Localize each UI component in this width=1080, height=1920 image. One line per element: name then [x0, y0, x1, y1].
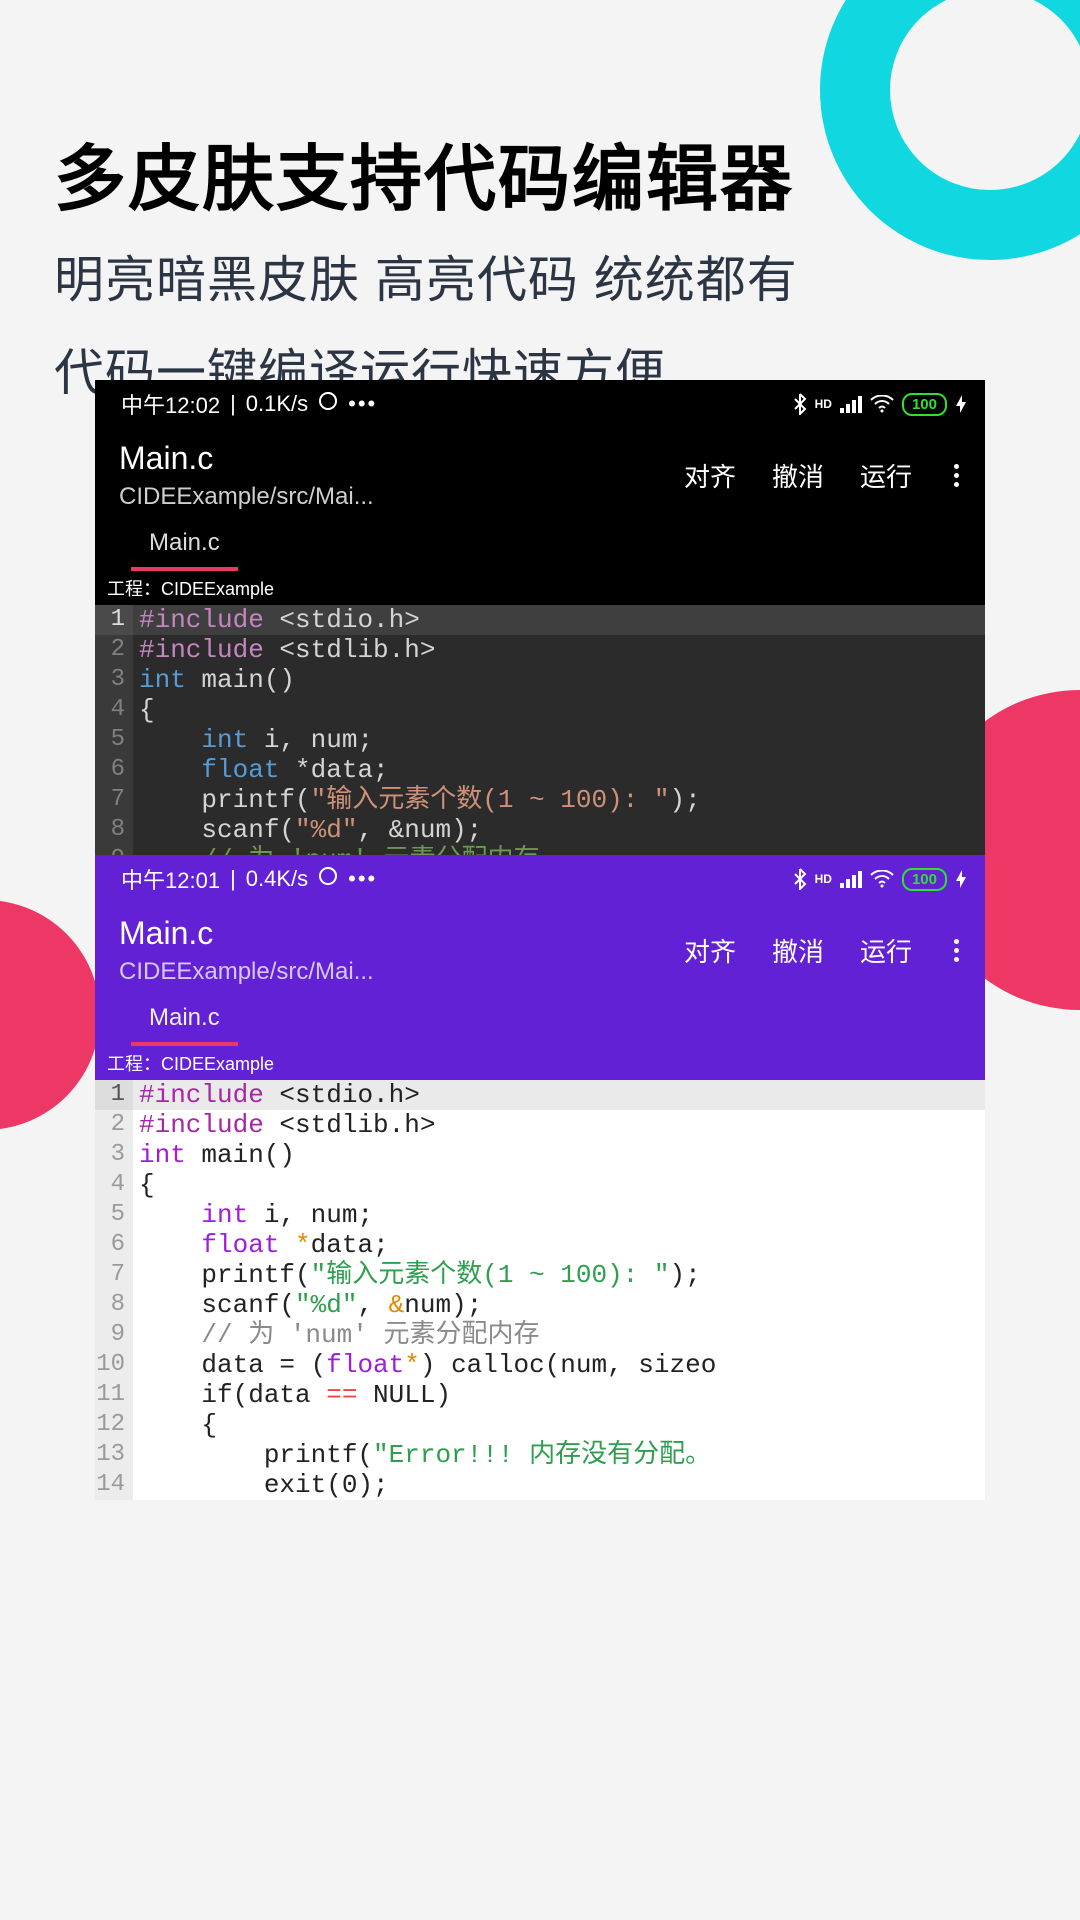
hd-icon: HD [815, 397, 832, 411]
code-line[interactable]: 1#include <stdio.h> [95, 605, 985, 635]
hero-line1: 明亮暗黑皮肤 高亮代码 统统都有 [54, 243, 798, 318]
code-line[interactable]: 10 data = (float*) calloc(num, sizeo [95, 1350, 985, 1380]
code-line[interactable]: 3int main() [95, 1140, 985, 1170]
code-line[interactable]: 12 { [95, 1410, 985, 1440]
code-line[interactable]: 11 if(data == NULL) [95, 1380, 985, 1410]
status-time: 中午12:02 [121, 388, 220, 420]
more-icon: ••• [348, 391, 377, 417]
line-number: 1 [95, 605, 133, 635]
file-title: Main.c [119, 440, 684, 477]
tabs-row-light: Main.c [95, 1000, 985, 1046]
bluetooth-icon [793, 393, 807, 415]
status-time: 中午12:01 [121, 863, 220, 895]
code-line[interactable]: 7 printf("输入元素个数(1 ~ 100): "); [95, 1260, 985, 1290]
line-number: 10 [95, 1350, 133, 1380]
charging-icon [955, 869, 967, 889]
line-number: 8 [95, 1290, 133, 1320]
line-number: 11 [95, 1380, 133, 1410]
code-editor-light[interactable]: 1#include <stdio.h> 2#include <stdlib.h>… [95, 1080, 985, 1500]
line-number: 5 [95, 725, 133, 755]
more-menu-icon[interactable] [948, 939, 965, 962]
align-button[interactable]: 对齐 [684, 457, 736, 494]
project-row-light: 工程：CIDEExample [95, 1046, 985, 1080]
code-line[interactable]: 4{ [95, 1170, 985, 1200]
align-button[interactable]: 对齐 [684, 932, 736, 969]
status-bar-dark: 中午12:02 | 0.1K/s ••• HD 100 [95, 380, 985, 426]
wifi-icon [870, 870, 894, 888]
code-line[interactable]: 5 int i, num; [95, 725, 985, 755]
line-number: 4 [95, 1170, 133, 1200]
code-line[interactable]: 5 int i, num; [95, 1200, 985, 1230]
more-menu-icon[interactable] [948, 464, 965, 487]
code-line[interactable]: 4{ [95, 695, 985, 725]
line-number: 4 [95, 695, 133, 725]
run-button[interactable]: 运行 [860, 457, 912, 494]
line-number: 7 [95, 1260, 133, 1290]
more-icon: ••• [348, 866, 377, 892]
hd-icon: HD [815, 872, 832, 886]
run-button[interactable]: 运行 [860, 932, 912, 969]
project-name: CIDEExample [161, 1054, 274, 1074]
spinner-icon [318, 866, 338, 892]
line-number: 5 [95, 1200, 133, 1230]
charging-icon [955, 394, 967, 414]
project-label: 工程： [107, 579, 161, 599]
app-bar-light: Main.c CIDEExample/src/Mai... 对齐 撤消 运行 [95, 901, 985, 1000]
line-number: 1 [95, 1080, 133, 1110]
code-line[interactable]: 9 // 为 'num' 元素分配内存 [95, 1320, 985, 1350]
line-number: 6 [95, 1230, 133, 1260]
code-line[interactable]: 2#include <stdlib.h> [95, 1110, 985, 1140]
spinner-icon [318, 391, 338, 417]
hero-title: 多皮肤支持代码编辑器 [54, 120, 798, 225]
battery-badge: 100 [902, 393, 947, 416]
status-divider: | [230, 391, 236, 417]
project-name: CIDEExample [161, 579, 274, 599]
code-line[interactable]: 6 float *data; [95, 755, 985, 785]
code-line[interactable]: 14 exit(0); [95, 1470, 985, 1500]
line-number: 3 [95, 665, 133, 695]
status-netspeed: 0.1K/s [246, 391, 308, 417]
code-line[interactable]: 7 printf("输入元素个数(1 ~ 100): "); [95, 785, 985, 815]
decorative-pink-circle-left [0, 900, 100, 1130]
line-number: 7 [95, 785, 133, 815]
code-line[interactable]: 2#include <stdlib.h> [95, 635, 985, 665]
line-number: 2 [95, 1110, 133, 1140]
line-number: 8 [95, 815, 133, 845]
battery-badge: 100 [902, 868, 947, 891]
line-number: 14 [95, 1470, 133, 1500]
status-bar-light: 中午12:01 | 0.4K/s ••• HD 100 [95, 855, 985, 901]
decorative-teal-ring [820, 0, 1080, 260]
code-line[interactable]: 1#include <stdio.h> [95, 1080, 985, 1110]
line-number: 9 [95, 1320, 133, 1350]
tab-main-c[interactable]: Main.c [131, 998, 238, 1046]
line-number: 2 [95, 635, 133, 665]
signal-icon [840, 870, 862, 888]
line-number: 12 [95, 1410, 133, 1440]
undo-button[interactable]: 撤消 [772, 932, 824, 969]
phone-light-theme: 中午12:01 | 0.4K/s ••• HD 100 Main.c CIDEE… [95, 855, 985, 1500]
file-title: Main.c [119, 915, 684, 952]
status-divider: | [230, 866, 236, 892]
tabs-row-dark: Main.c [95, 525, 985, 571]
file-path: CIDEExample/src/Mai... [119, 958, 684, 986]
line-number: 3 [95, 1140, 133, 1170]
wifi-icon [870, 395, 894, 413]
code-line[interactable]: 3int main() [95, 665, 985, 695]
project-row-dark: 工程：CIDEExample [95, 571, 985, 605]
code-line[interactable]: 8 scanf("%d", &num); [95, 815, 985, 845]
tab-main-c[interactable]: Main.c [131, 523, 238, 571]
line-number: 6 [95, 755, 133, 785]
undo-button[interactable]: 撤消 [772, 457, 824, 494]
code-line[interactable]: 6 float *data; [95, 1230, 985, 1260]
bluetooth-icon [793, 868, 807, 890]
app-bar-dark: Main.c CIDEExample/src/Mai... 对齐 撤消 运行 [95, 426, 985, 525]
file-path: CIDEExample/src/Mai... [119, 483, 684, 511]
signal-icon [840, 395, 862, 413]
status-netspeed: 0.4K/s [246, 866, 308, 892]
project-label: 工程： [107, 1054, 161, 1074]
code-line[interactable]: 13 printf("Error!!! 内存没有分配。 [95, 1440, 985, 1470]
code-line[interactable]: 8 scanf("%d", &num); [95, 1290, 985, 1320]
line-number: 13 [95, 1440, 133, 1470]
